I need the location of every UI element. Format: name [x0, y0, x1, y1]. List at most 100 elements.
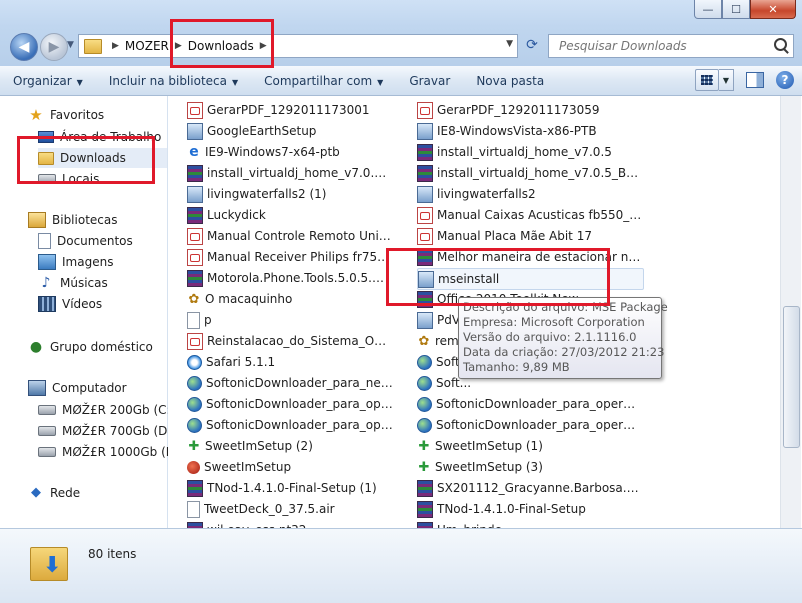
file-item[interactable]: SoftonicDownloader_para_nero-gratis — [187, 373, 393, 393]
help-icon[interactable]: ? — [776, 71, 794, 89]
nav-recent-places[interactable]: Locais — [38, 169, 167, 189]
organize-menu[interactable]: Organizar ▼ — [0, 74, 96, 88]
file-item[interactable]: SX201112_Gracyanne.Barbosa.Scans — [417, 478, 642, 498]
file-item[interactable]: Luckydick — [187, 205, 393, 225]
file-item[interactable]: livingwaterfalls2 (1) — [187, 184, 393, 204]
nav-label: Favoritos — [50, 108, 105, 122]
scrollbar-thumb[interactable] — [783, 306, 800, 448]
search-icon[interactable] — [774, 38, 787, 51]
file-item[interactable]: ✚ SweetImSetup (3) — [417, 457, 642, 477]
back-button[interactable]: ◀ — [10, 33, 38, 61]
file-item[interactable]: e IE9-Windows7-x64-ptb — [187, 142, 393, 162]
file-item[interactable]: install_virtualdj_home_v7.0.5_Baixaki — [187, 163, 393, 183]
file-item[interactable]: GoogleEarthSetup — [187, 121, 393, 141]
file-name: Manual Placa Mãe Abit 17 — [437, 229, 592, 243]
refresh-button[interactable]: ⟳ — [522, 35, 542, 55]
chevron-right-icon[interactable]: ▶ — [175, 41, 182, 51]
globe-icon — [417, 396, 432, 412]
forward-button[interactable]: ▶ — [40, 33, 68, 61]
search-input[interactable] — [557, 38, 761, 54]
rar-icon — [187, 269, 203, 287]
nav-desktop[interactable]: Área de Trabalho — [38, 127, 167, 147]
pdf-icon — [417, 227, 433, 245]
nav-label: Documentos — [57, 234, 133, 248]
file-item[interactable]: Manual Controle Remoto Universal ... — [187, 226, 393, 246]
recent-pages-dropdown[interactable]: ▼ — [67, 40, 74, 50]
view-options-dropdown[interactable]: ▼ — [719, 69, 734, 91]
exe-icon — [417, 185, 433, 203]
nav-network[interactable]: ◆ Rede — [28, 483, 167, 503]
nav-downloads[interactable]: Downloads — [38, 148, 167, 168]
file-item[interactable]: livingwaterfalls2 — [417, 184, 642, 204]
file-tooltip: Descrição do arquivo: MSE Package Empres… — [458, 297, 668, 379]
include-library-menu[interactable]: Incluir na biblioteca ▼ — [96, 74, 251, 88]
file-name: IE9-Windows7-x64-ptb — [205, 145, 340, 159]
file-name: Motorola.Phone.Tools.5.0.5.www.ba... — [207, 271, 393, 285]
maximize-button[interactable]: ☐ — [722, 0, 750, 19]
file-item[interactable]: TNod-1.4.1.0-Final-Setup — [417, 499, 642, 519]
nav-drive-c[interactable]: MØŽ£R 200Gb (C:) — [38, 400, 175, 420]
address-history-dropdown[interactable]: ▼ — [506, 39, 513, 49]
chevron-right-icon[interactable]: ▶ — [112, 41, 119, 51]
file-item[interactable]: SoftonicDownloader_para_opera-mini — [187, 394, 393, 414]
file-item[interactable]: GerarPDF_1292011173059 — [417, 100, 642, 120]
file-name: SX201112_Gracyanne.Barbosa.Scans — [437, 481, 642, 495]
preview-pane-icon[interactable] — [746, 72, 764, 88]
file-item[interactable]: Manual Caixas Acusticas fb550_00b_... — [417, 205, 642, 225]
file-item[interactable]: p — [187, 310, 393, 330]
nav-music[interactable]: ♪ Músicas — [38, 273, 167, 293]
file-name: Luckydick — [207, 208, 266, 222]
file-name: livingwaterfalls2 — [437, 187, 536, 201]
file-item[interactable]: Manual Placa Mãe Abit 17 — [417, 226, 642, 246]
close-button[interactable]: ✕ — [750, 0, 796, 19]
new-folder-button[interactable]: Nova pasta — [463, 74, 557, 88]
file-item[interactable]: Manual Receiver Philips fr752_00_d... — [187, 247, 393, 267]
file-item[interactable]: TNod-1.4.1.0-Final-Setup (1) — [187, 478, 393, 498]
file-item[interactable]: SoftonicDownloader_para_opera-mi... — [417, 394, 642, 414]
file-name: IE8-WindowsVista-x86-PTB — [437, 124, 597, 138]
pdf-icon — [187, 332, 203, 350]
share-menu[interactable]: Compartilhar com ▼ — [251, 74, 396, 88]
file-item[interactable]: IE8-WindowsVista-x86-PTB — [417, 121, 642, 141]
chevron-right-icon[interactable]: ▶ — [260, 41, 267, 51]
burn-button[interactable]: Gravar — [396, 74, 463, 88]
breadcrumb-downloads[interactable]: Downloads — [188, 39, 254, 53]
file-item[interactable]: Reinstalacao_do_Sistema_Operacional — [187, 331, 393, 351]
file-item[interactable]: ✚ SweetImSetup (2) — [187, 436, 393, 456]
file-item[interactable]: ✿ O macaquinho — [187, 289, 393, 309]
pdf-icon — [187, 101, 203, 119]
globe-icon — [187, 396, 202, 412]
file-item[interactable]: TweetDeck_0_37.5.air — [187, 499, 393, 519]
breadcrumb-mozer[interactable]: MOZER — [125, 39, 169, 53]
chevron-down-icon: ▼ — [377, 77, 384, 87]
nav-favorites[interactable]: ★ Favoritos — [28, 105, 167, 125]
file-item[interactable]: Motorola.Phone.Tools.5.0.5.www.ba... — [187, 268, 393, 288]
file-item[interactable]: mseinstall — [417, 268, 644, 290]
nav-drive-e[interactable]: MØŽ£R 1000Gb (E:) — [38, 442, 182, 462]
file-item[interactable]: GerarPDF_1292011173001 — [187, 100, 393, 120]
search-box[interactable] — [548, 34, 794, 58]
nav-homegroup[interactable]: ● Grupo doméstico — [28, 337, 167, 357]
nav-computer[interactable]: Computador — [28, 378, 167, 398]
file-item[interactable]: Safari 5.1.1 — [187, 352, 393, 372]
file-name: Safari 5.1.1 — [206, 355, 276, 369]
vertical-scrollbar[interactable] — [780, 96, 801, 528]
file-item[interactable]: ✚ SweetImSetup (1) — [417, 436, 642, 456]
file-name: GerarPDF_1292011173059 — [437, 103, 600, 117]
nav-videos[interactable]: Vídeos — [38, 294, 167, 314]
nav-documents[interactable]: Documentos — [38, 231, 167, 251]
file-item[interactable]: SoftonicDownloader_para_opera-m... — [417, 415, 642, 435]
folder-icon — [84, 38, 102, 54]
address-bar[interactable]: ▶ MOZER ▶ Downloads ▶ ▼ — [78, 34, 518, 58]
file-item[interactable]: SweetImSetup — [187, 457, 393, 477]
change-view-button[interactable] — [695, 69, 719, 91]
pdf-icon — [187, 248, 203, 266]
nav-drive-d[interactable]: MØŽ£R 700Gb (D:) — [38, 421, 176, 441]
file-item[interactable]: SoftonicDownloader_para_opera-m... — [187, 415, 393, 435]
minimize-button[interactable]: — — [694, 0, 722, 19]
nav-libraries[interactable]: Bibliotecas — [28, 210, 167, 230]
file-item[interactable]: Melhor maneira de estacionar nos a... — [417, 247, 642, 267]
nav-images[interactable]: Imagens — [38, 252, 167, 272]
file-item[interactable]: install_virtualdj_home_v7.0.5 — [417, 142, 642, 162]
file-item[interactable]: install_virtualdj_home_v7.0.5_Baixaki — [417, 163, 642, 183]
